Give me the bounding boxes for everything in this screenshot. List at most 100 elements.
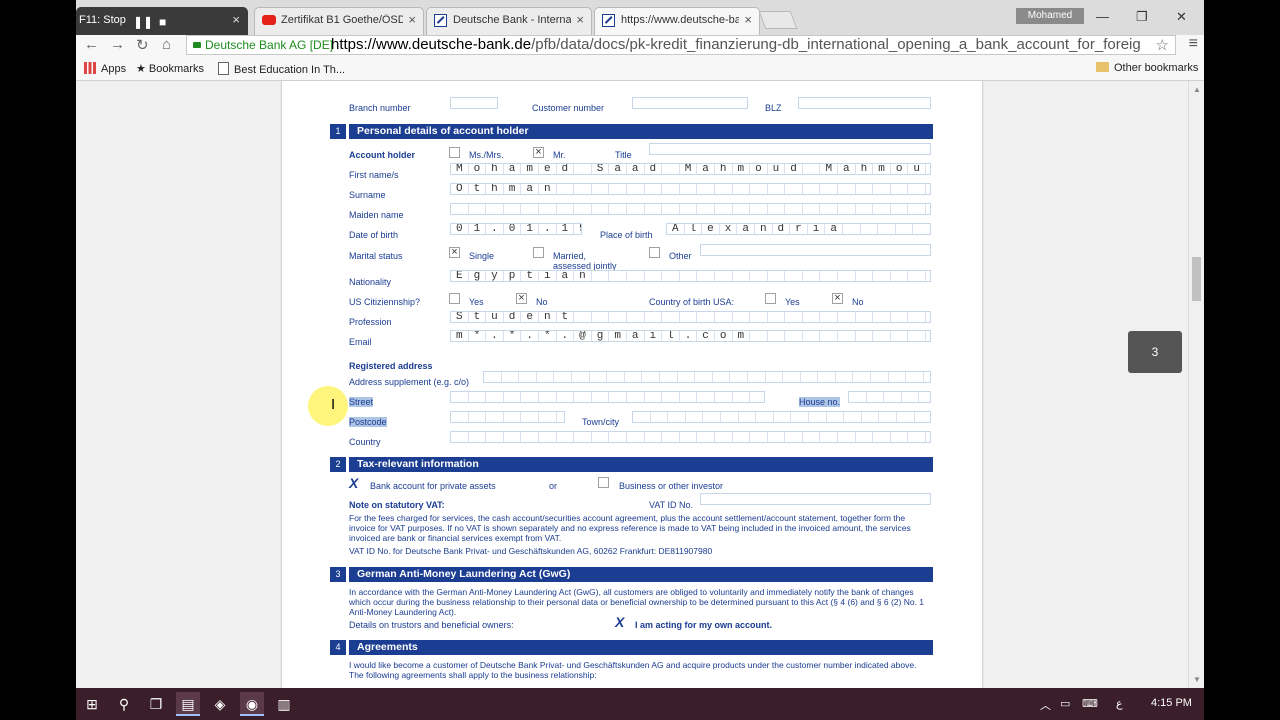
single-checkbox[interactable]: × [449,247,460,258]
close-icon[interactable]: × [408,12,416,27]
field-char-cell [803,204,821,214]
vertical-scrollbar[interactable]: ▲ ▼ [1188,81,1204,688]
other-checkbox[interactable] [649,247,660,258]
tab-goethe[interactable]: Zertifikat B1 Goethe/ÖSD × [254,7,424,35]
menu-icon[interactable]: ≡ [1189,35,1198,53]
us-citizen-yes-checkbox[interactable] [449,293,460,304]
scrollbar-thumb[interactable] [1192,257,1201,301]
place-of-birth-field[interactable]: Alexandria [666,223,931,235]
address-bar[interactable]: Deutsche Bank AG [DE] https://www.deutsc… [186,35,1176,55]
close-icon[interactable]: × [744,12,752,27]
dob-field[interactable]: 01.01.19 [450,223,582,235]
pause-icon[interactable]: ❚❚ [133,15,153,29]
window-close-icon[interactable]: ✕ [1176,9,1187,25]
married-checkbox[interactable] [533,247,544,258]
field-char-cell [680,184,698,194]
title-field[interactable] [649,143,931,155]
home-icon[interactable]: ⌂ [162,36,171,53]
field-char-cell: t [469,184,487,194]
first-name-field[interactable]: MohamedSaadMahmoudMahmoud [450,163,931,175]
field-char-cell [756,412,774,422]
email-field[interactable]: m *. *. *. @ g m a i l. c o m [450,330,931,342]
stop-icon[interactable]: ■ [159,15,166,29]
bookmark-other[interactable]: Other bookmarks [1096,62,1198,74]
keyboard-icon[interactable]: ⌨ [1082,697,1098,710]
pdf-viewer[interactable]: Branch number Customer number BLZ 1 Pers… [76,81,1188,688]
mr-checkbox[interactable]: × [533,147,544,158]
task-view-icon[interactable]: ❐ [144,692,168,716]
bookmark-bookmarks[interactable]: ★ Bookmarks [136,62,204,75]
clock[interactable]: 4:15 PM [1151,697,1192,709]
house-no-field[interactable] [848,391,931,403]
reload-icon[interactable]: ↻ [136,36,149,54]
close-icon[interactable]: × [232,12,240,27]
blz-field[interactable] [798,97,931,109]
tab-deutsche-bank[interactable]: Deutsche Bank - Internati × [426,7,592,35]
bookmark-apps[interactable]: Apps [84,62,126,75]
bookmark-star-icon[interactable]: ☆ [1156,36,1169,54]
branch-number-field[interactable] [450,97,498,109]
field-char-cell [486,432,504,442]
scroll-up-icon[interactable]: ▲ [1193,85,1201,94]
app-icon[interactable]: ◈ [208,692,232,716]
field-char-cell [856,432,874,442]
field-char-cell [627,312,645,322]
vat-id-field[interactable] [700,493,931,505]
url-text[interactable]: https://www.deutsche-bank.de/pfb/data/do… [331,36,1141,53]
field-char-cell [574,164,592,174]
windows-start-icon[interactable]: ⊞ [80,692,104,716]
field-char-cell [838,271,856,281]
usa-birth-yes-checkbox[interactable] [765,293,776,304]
usa-birth-no-checkbox[interactable]: × [832,293,843,304]
file-explorer-icon[interactable]: ▤ [176,692,200,716]
restore-icon[interactable]: ❐ [1136,9,1148,25]
new-tab-button[interactable] [758,11,798,29]
profile-button[interactable]: Mohamed [1016,8,1084,24]
field-char-cell [809,412,827,422]
surname-field[interactable]: Othman [450,183,931,195]
language-indicator[interactable]: ع [1116,697,1123,710]
yes-label: Yes [785,297,800,307]
profession-field[interactable]: Student [450,311,931,323]
field-char-cell: h [486,184,504,194]
town-city-field[interactable] [632,411,931,423]
field-char-cell [768,432,786,442]
field-char-cell [486,392,504,402]
registered-address-label: Registered address [349,361,433,371]
nationality-field[interactable]: Egyptian [450,270,931,282]
scroll-down-icon[interactable]: ▼ [1193,675,1201,684]
field-char-cell: x [720,224,738,234]
forward-icon[interactable]: → [110,36,125,53]
ev-certificate-badge[interactable]: Deutsche Bank AG [DE] [193,37,333,53]
maiden-name-field[interactable] [450,203,931,215]
country-field[interactable] [450,431,931,443]
recorder-tab[interactable]: F11: Stop ❚❚ ■ × [76,7,248,35]
field-char-cell: i [808,224,826,234]
street-field[interactable] [450,391,765,403]
tab-active-pdf[interactable]: https://www.deutsche-ba × [594,7,760,35]
address-supplement-field[interactable] [483,371,931,383]
taskbar: ⊞ ⚲ ❐ ▤ ◈ ◉ ▥ ︿ ▭ ⌨ ع 4:15 PM [76,688,1204,720]
own-account-checkmark-icon[interactable]: X [615,614,624,630]
bookmark-best-education[interactable]: Best Education In Th... [218,62,345,76]
field-char-cell [703,412,721,422]
field-char-cell [908,204,927,214]
field-char-cell [668,412,686,422]
search-icon[interactable]: ⚲ [112,692,136,716]
close-icon[interactable]: × [576,12,584,27]
us-citizen-no-checkbox[interactable]: × [516,293,527,304]
tray-chevron-icon[interactable]: ︿ [1040,697,1051,713]
chrome-icon[interactable]: ◉ [240,692,264,716]
postcode-field[interactable] [450,411,565,423]
back-icon[interactable]: ← [84,36,99,53]
private-assets-checkmark-icon[interactable]: X [349,475,358,491]
field-char-cell [660,372,678,382]
customer-number-field[interactable] [632,97,748,109]
business-investor-checkbox[interactable] [598,477,609,488]
notepad-icon[interactable]: ▥ [272,692,296,716]
minimize-icon[interactable]: — [1096,9,1109,24]
ms-mrs-checkbox[interactable] [449,147,460,158]
other-marital-field[interactable] [700,244,931,256]
notifications-icon[interactable]: ▭ [1060,697,1070,710]
us-citizenship-label: US Citiziennship? [349,297,421,307]
